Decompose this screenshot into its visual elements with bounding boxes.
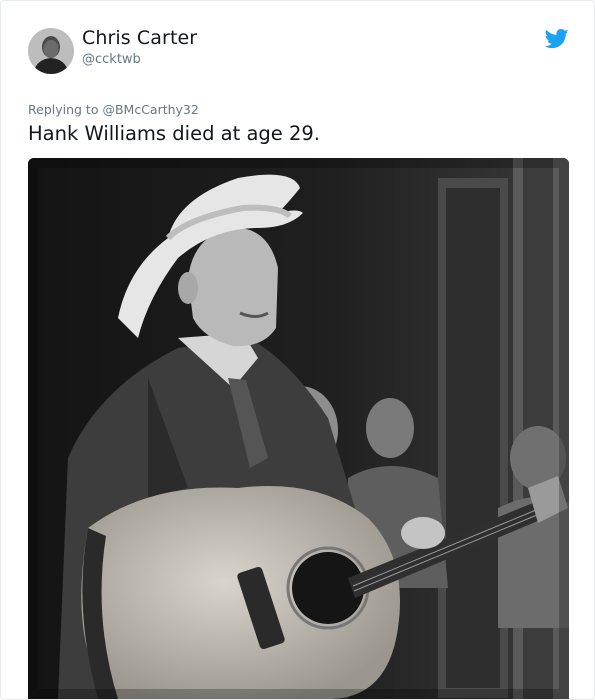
replying-to-line: Replying to @BMcCarthy32 <box>28 102 199 117</box>
hank-williams-photo <box>28 158 569 699</box>
tweet-photo[interactable] <box>28 158 569 699</box>
tweet-text: Hank Williams died at age 29. <box>28 122 320 145</box>
reply-mention-link[interactable]: @BMcCarthy32 <box>102 102 198 117</box>
twitter-bird-icon[interactable] <box>544 29 569 49</box>
avatar-photo <box>28 28 74 74</box>
tweet-card: Chris Carter @ccktwb Replying to @BMcCar… <box>0 0 595 700</box>
reply-prefix: Replying to <box>28 102 103 117</box>
user-handle[interactable]: @ccktwb <box>82 52 141 67</box>
avatar[interactable] <box>28 28 74 74</box>
display-name[interactable]: Chris Carter <box>82 27 197 49</box>
